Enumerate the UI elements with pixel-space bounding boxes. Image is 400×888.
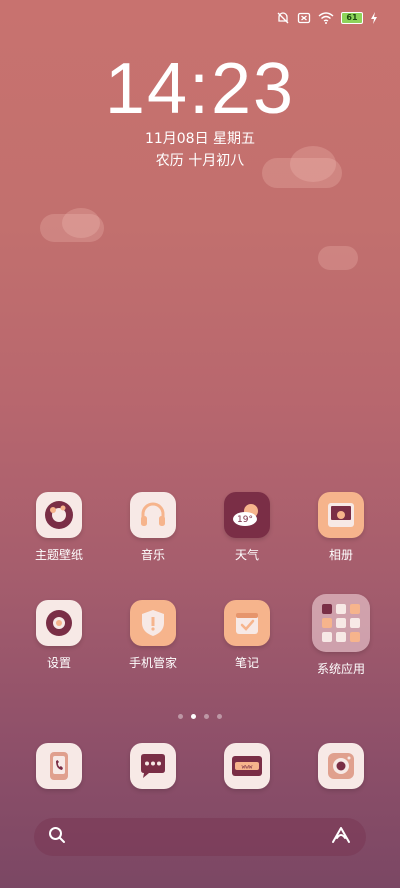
app-label: 手机管家: [128, 656, 177, 670]
app-label: 天气: [234, 548, 259, 562]
phone-manager-icon: [130, 600, 176, 646]
app-music[interactable]: 音乐: [113, 492, 193, 563]
app-label: 设置: [46, 656, 71, 670]
gallery-icon: [318, 492, 364, 538]
system-apps-folder-icon: [312, 594, 370, 652]
app-gallery[interactable]: 相册: [301, 492, 381, 563]
status-bar: 61: [276, 8, 378, 28]
no-sim-icon: [297, 11, 311, 25]
page-indicator: [0, 714, 400, 719]
mute-bell-icon: [276, 11, 290, 25]
app-settings[interactable]: 设置: [19, 600, 99, 671]
app-label: 笔记: [234, 656, 259, 670]
page-dot-active[interactable]: [191, 714, 196, 719]
camera-icon: [318, 743, 364, 789]
lunar-date-label: 农历 十月初八: [155, 153, 245, 169]
assistant-icon[interactable]: [330, 826, 352, 848]
svg-text:www: www: [242, 764, 253, 771]
settings-icon: [36, 600, 82, 646]
notes-icon: [224, 600, 270, 646]
date-label: 11月08日 星期五: [144, 131, 256, 147]
app-label: 系统应用: [316, 662, 365, 676]
dock-camera[interactable]: [301, 743, 381, 789]
theme-wallpaper-icon: [36, 492, 82, 538]
dock-messages[interactable]: [113, 743, 193, 789]
app-label: 音乐: [140, 548, 165, 562]
app-weather[interactable]: 19° 天气: [207, 492, 287, 563]
clock-time: 14:23: [104, 49, 296, 129]
weather-icon: 19°: [224, 492, 270, 538]
cloud-decoration: [318, 246, 358, 270]
app-label: 主题壁纸: [34, 548, 83, 562]
dock-phone[interactable]: [19, 743, 99, 789]
page-dot[interactable]: [204, 714, 209, 719]
music-headphones-icon: [130, 492, 176, 538]
battery-icon: 61: [341, 12, 363, 24]
charging-icon: [370, 12, 378, 24]
phone-icon: [36, 743, 82, 789]
cloud-decoration: [62, 208, 100, 238]
app-theme-wallpaper[interactable]: 主题壁纸: [19, 492, 99, 563]
app-phone-manager[interactable]: 手机管家: [113, 600, 193, 671]
search-bar[interactable]: [34, 818, 366, 856]
app-system-apps-folder[interactable]: 系统应用: [301, 594, 381, 677]
browser-icon: www: [224, 743, 270, 789]
page-dot[interactable]: [178, 714, 183, 719]
app-label: 相册: [328, 548, 353, 562]
page-dot[interactable]: [217, 714, 222, 719]
weather-temp: 19°: [237, 515, 253, 525]
messages-icon: [130, 743, 176, 789]
wifi-icon: [318, 11, 334, 25]
app-notes[interactable]: 笔记: [207, 600, 287, 671]
search-icon: [48, 826, 66, 848]
dock-browser[interactable]: www: [207, 743, 287, 789]
